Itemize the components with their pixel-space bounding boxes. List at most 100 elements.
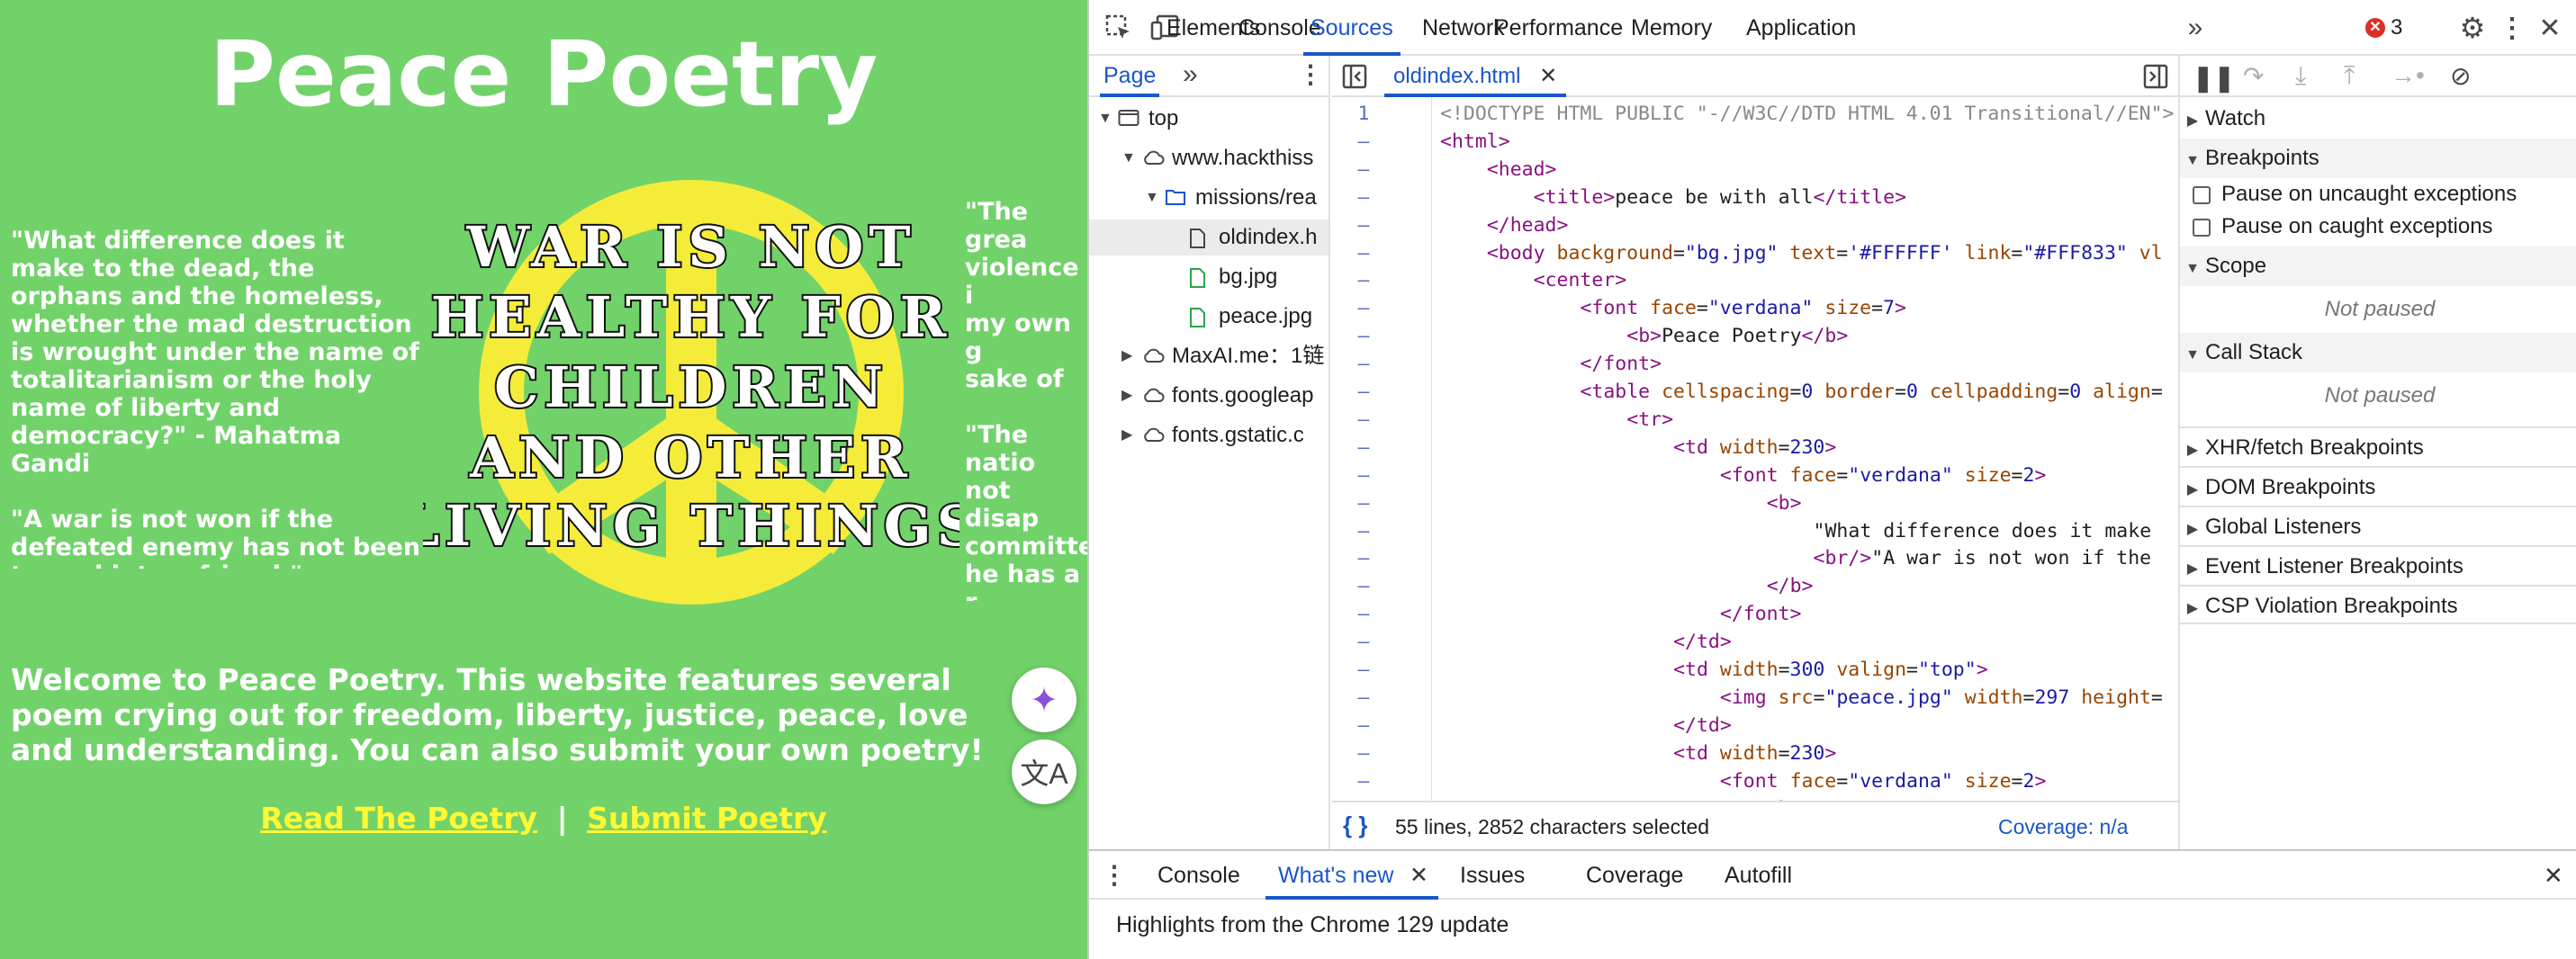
more-navigator-tabs-icon[interactable]: » [1183, 59, 1198, 90]
code-line[interactable]: – <font face="verdana" size=2> [1332, 768, 2178, 796]
line-number[interactable]: – [1332, 379, 1395, 407]
line-number[interactable]: – [1332, 435, 1395, 462]
code-line[interactable]: – <tr> [1332, 407, 2178, 435]
line-number[interactable]: – [1332, 295, 1395, 323]
code-line[interactable]: – <img src="peace.jpg" width=297 height= [1332, 685, 2178, 713]
close-tab-icon[interactable]: ✕ [1539, 64, 1557, 88]
line-number[interactable]: – [1332, 323, 1395, 351]
settings-gear-icon[interactable]: ⚙ [2455, 11, 2490, 45]
line-number[interactable]: – [1332, 768, 1395, 796]
section-dom-breakpoints[interactable]: ▶ DOM Breakpoints [2180, 466, 2576, 506]
line-number[interactable]: – [1332, 212, 1395, 240]
line-number[interactable]: – [1332, 240, 1395, 268]
line-number[interactable]: – [1332, 740, 1395, 768]
tree-arrow-icon[interactable]: ▼ [1145, 180, 1163, 216]
line-number[interactable]: – [1332, 573, 1395, 601]
code-line[interactable]: – </head> [1332, 212, 2178, 240]
code-line[interactable]: – <font face="verdana" size=7> [1332, 295, 2178, 323]
close-whats-new-icon[interactable]: ✕ [1410, 862, 1428, 889]
code-content[interactable]: 1 <!DOCTYPE HTML PUBLIC "-//W3C//DTD HTML… [1332, 97, 2178, 849]
tree-arrow-icon[interactable]: ▶ [1121, 378, 1139, 414]
code-line[interactable]: – </td> [1332, 713, 2178, 740]
line-number[interactable]: – [1332, 407, 1395, 435]
code-line[interactable]: – <b> [1332, 490, 2178, 518]
code-line[interactable]: – </b> [1332, 573, 2178, 601]
section-watch[interactable]: ▶ Watch [2180, 99, 2576, 139]
code-line[interactable]: – <table cellspacing=0 border=0 cellpadd… [1332, 379, 2178, 407]
tree-item[interactable]: ▼ www.hackthiss [1089, 140, 1329, 176]
toggle-debugger-icon[interactable] [2142, 63, 2169, 90]
tab-console[interactable]: Console [1238, 0, 1321, 56]
pretty-print-icon[interactable]: { } [1343, 811, 1367, 839]
line-number[interactable]: – [1332, 462, 1395, 490]
line-number[interactable]: – [1332, 629, 1395, 657]
tab-sources[interactable]: Sources [1303, 0, 1401, 56]
line-number[interactable]: – [1332, 184, 1395, 212]
tree-arrow-icon[interactable]: ▶ [1121, 338, 1139, 374]
section-global-listeners[interactable]: ▶ Global Listeners [2180, 506, 2576, 545]
translate-button[interactable]: 文A [1012, 739, 1076, 804]
line-number[interactable]: – [1332, 601, 1395, 629]
coverage-status[interactable]: Coverage: n/a [1998, 815, 2128, 839]
toggle-navigator-icon[interactable] [1341, 63, 1368, 90]
line-number[interactable]: 1 [1332, 101, 1395, 129]
deactivate-breakpoints-icon[interactable]: ⊘ [2450, 61, 2471, 91]
tab-performance[interactable]: Performance [1494, 0, 1623, 56]
tree-item[interactable]: bg.jpg [1089, 259, 1329, 295]
error-badge[interactable]: ✕ 3 [2365, 14, 2402, 41]
section-event-listener-breakpoints[interactable]: ▶ Event Listener Breakpoints [2180, 545, 2576, 585]
code-line[interactable]: – <b>Peace Poetry</b> [1332, 323, 2178, 351]
navigator-menu-icon[interactable]: ⋮ [1298, 59, 1323, 89]
line-number[interactable]: – [1332, 267, 1395, 295]
code-line[interactable]: – <td width=230> [1332, 740, 2178, 768]
line-number[interactable]: – [1332, 518, 1395, 546]
tree-arrow-icon[interactable]: ▼ [1098, 101, 1116, 137]
code-line[interactable]: – "What difference does it make [1332, 518, 2178, 546]
code-line[interactable]: 1 <!DOCTYPE HTML PUBLIC "-//W3C//DTD HTML… [1332, 101, 2178, 129]
section-csp-breakpoints[interactable]: ▶ CSP Violation Breakpoints [2180, 585, 2576, 624]
drawer-tab-console[interactable]: Console [1157, 851, 1240, 900]
code-line[interactable]: – <font face="verdana" size=2> [1332, 462, 2178, 490]
tree-arrow-icon[interactable]: ▼ [1121, 140, 1139, 176]
line-number[interactable]: – [1332, 129, 1395, 157]
code-line[interactable]: – </td> [1332, 629, 2178, 657]
section-breakpoints[interactable]: ▼ Breakpoints [2180, 139, 2576, 178]
code-line[interactable]: – </font> [1332, 601, 2178, 629]
drawer-tab-autofill[interactable]: Autofill [1725, 851, 1792, 900]
line-number[interactable]: – [1332, 157, 1395, 184]
checkbox-icon[interactable] [2193, 218, 2211, 237]
line-number[interactable]: – [1332, 713, 1395, 740]
submit-poetry-link[interactable]: Submit Poetry [587, 801, 827, 836]
drawer-tab-coverage[interactable]: Coverage [1586, 851, 1683, 900]
tree-item[interactable]: ▼ top [1089, 101, 1329, 137]
line-number[interactable]: – [1332, 657, 1395, 685]
section-call-stack[interactable]: ▼ Call Stack [2180, 333, 2576, 372]
line-number[interactable]: – [1332, 351, 1395, 379]
drawer-menu-icon[interactable]: ⋮ [1102, 860, 1127, 890]
line-number[interactable]: – [1332, 685, 1395, 713]
tree-item[interactable]: oldindex.h [1089, 220, 1329, 255]
drawer-tab-issues[interactable]: Issues [1460, 851, 1525, 900]
pause-uncaught-option[interactable]: Pause on uncaught exceptions [2180, 178, 2576, 211]
tree-item[interactable]: ▶ fonts.googleap [1089, 378, 1329, 414]
drawer-tab-what-s-new[interactable]: What's new [1265, 851, 1440, 900]
tree-item[interactable]: peace.jpg [1089, 299, 1329, 335]
tree-item[interactable]: ▶ fonts.gstatic.c [1089, 417, 1329, 453]
read-poetry-link[interactable]: Read The Poetry [260, 801, 537, 836]
tree-item[interactable]: ▶ MaxAI.me：1链 [1089, 338, 1329, 374]
code-line[interactable]: – <body background="bg.jpg" text='#FFFFF… [1332, 240, 2178, 268]
tree-arrow-icon[interactable]: ▶ [1121, 417, 1139, 453]
inspect-element-icon[interactable] [1102, 11, 1136, 45]
code-line[interactable]: – <html> [1332, 129, 2178, 157]
checkbox-icon[interactable] [2193, 185, 2211, 204]
tree-item[interactable]: ▼ missions/rea [1089, 180, 1329, 216]
section-xhr-breakpoints[interactable]: ▶ XHR/fetch Breakpoints [2180, 426, 2576, 466]
code-line[interactable]: – <center> [1332, 267, 2178, 295]
close-drawer-icon[interactable]: ✕ [2544, 862, 2563, 890]
tab-application[interactable]: Application [1746, 0, 1856, 56]
close-devtools-icon[interactable]: ✕ [2533, 11, 2567, 45]
more-options-icon[interactable]: ⋮ [2499, 11, 2526, 45]
file-tab-oldindex[interactable]: oldindex.html ✕ [1384, 56, 1567, 97]
tab-page[interactable]: Page [1100, 56, 1160, 97]
pause-icon[interactable]: ❚❚ [2193, 63, 2235, 93]
